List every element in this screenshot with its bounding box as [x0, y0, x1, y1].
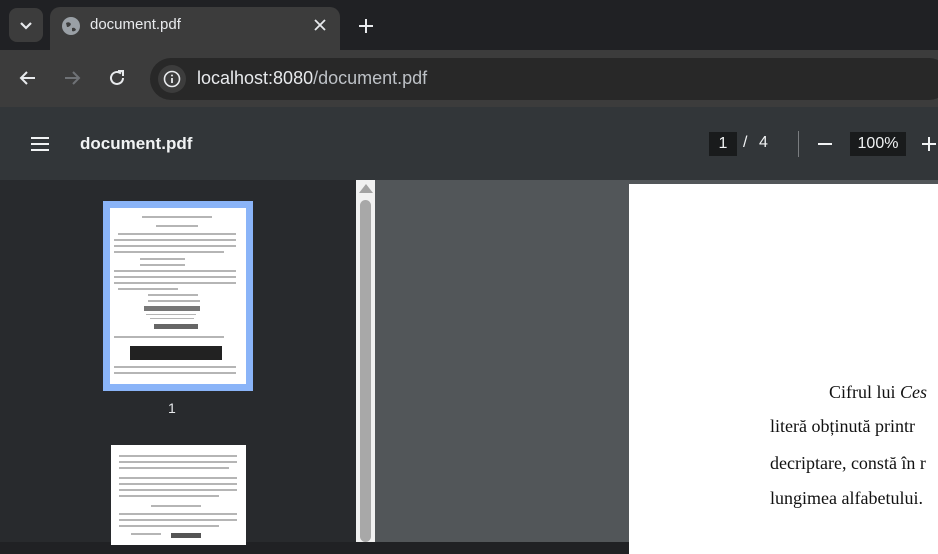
minus-icon: [818, 143, 832, 145]
reload-button[interactable]: [102, 63, 132, 93]
page-separator: /: [743, 134, 748, 151]
arrow-right-icon: [65, 71, 81, 85]
pdf-title: document.pdf: [80, 134, 193, 153]
url-host: localhost:8080: [197, 68, 314, 88]
url-path: /document.pdf: [313, 68, 428, 88]
close-icon[interactable]: [310, 15, 330, 35]
toolbar-divider: [798, 131, 799, 157]
plus-icon: [922, 137, 936, 151]
thumbnail-page-content: [110, 208, 246, 384]
document-line: literă obținută printr: [770, 416, 915, 436]
zoom-out-button[interactable]: [814, 132, 836, 156]
chevron-down-icon: [20, 22, 32, 30]
forward-button[interactable]: [57, 63, 87, 93]
tab-search-button[interactable]: [9, 8, 43, 42]
zoom-in-button[interactable]: [918, 132, 938, 156]
globe-icon: [62, 17, 80, 35]
reload-icon: [110, 70, 124, 85]
tab-document[interactable]: document.pdf: [50, 7, 340, 50]
document-line: Cifrul lui Ces: [829, 382, 927, 402]
page-number-input[interactable]: 1: [709, 132, 737, 156]
thumbnail-page-1[interactable]: [103, 201, 253, 391]
sidebar-scrollbar[interactable]: [356, 180, 375, 542]
back-button[interactable]: [13, 63, 43, 93]
scroll-thumb[interactable]: [360, 200, 371, 542]
page-total: 4: [759, 134, 768, 151]
scroll-up-arrow[interactable]: [359, 184, 373, 193]
url-text[interactable]: localhost:8080/document.pdf: [197, 68, 427, 89]
hamburger-icon: [31, 137, 49, 151]
browser-toolbar: localhost:8080/document.pdf: [0, 50, 938, 107]
zoom-input[interactable]: 100%: [850, 132, 906, 156]
document-viewer[interactable]: Cifrul lui Ces literă obținută printr de…: [375, 180, 938, 554]
document-page: Cifrul lui Ces literă obținută printr de…: [629, 184, 938, 554]
address-bar[interactable]: localhost:8080/document.pdf: [150, 58, 938, 100]
document-line: decriptare, constă în r: [770, 453, 926, 473]
info-icon: [163, 70, 181, 88]
pdf-toolbar: document.pdf 1 / 4 100%: [0, 107, 938, 180]
plus-icon: [359, 19, 373, 33]
tab-strip: document.pdf: [0, 0, 938, 50]
new-tab-button[interactable]: [352, 12, 380, 40]
site-info-button[interactable]: [158, 65, 186, 93]
arrow-left-icon: [19, 71, 35, 85]
document-line: lungimea alfabetului.: [770, 488, 923, 508]
thumbnail-label: 1: [168, 400, 176, 416]
thumbnail-page-2[interactable]: [111, 445, 246, 545]
tab-title: document.pdf: [90, 16, 181, 33]
thumbnail-sidebar: 1: [0, 180, 375, 545]
sidebar-toggle-button[interactable]: [28, 132, 52, 156]
